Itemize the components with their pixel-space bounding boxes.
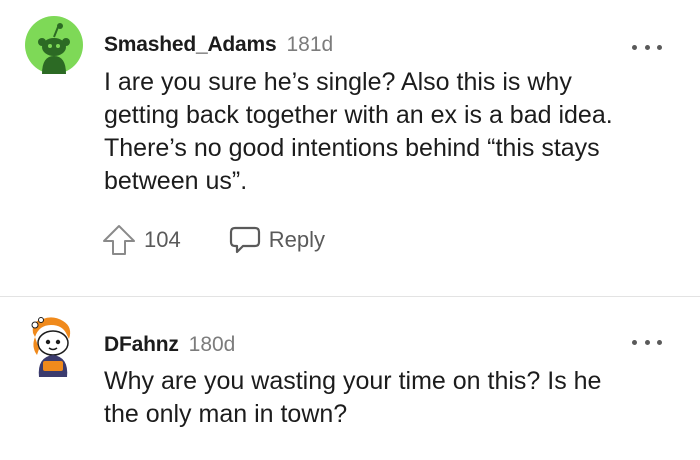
more-options-button[interactable] — [632, 335, 662, 349]
vote-count: 104 — [144, 227, 181, 252]
reply-label: Reply — [268, 227, 325, 252]
username-link[interactable]: Smashed_Adams — [104, 33, 277, 57]
more-options-icon — [632, 339, 637, 345]
more-options-icon — [632, 44, 637, 50]
reply-button[interactable]: Reply — [229, 225, 325, 255]
more-options-icon — [657, 339, 662, 345]
comment-body: Why are you wasting your time on this? I… — [104, 367, 602, 428]
more-options-icon — [644, 44, 650, 50]
comment-meta: Smashed_Adams 181d — [104, 33, 333, 57]
costume-avatar-icon — [31, 317, 71, 377]
snoo-avatar-icon — [25, 16, 83, 74]
speech-bubble-icon — [229, 226, 260, 254]
comment-age: 181d — [286, 33, 334, 56]
upvote-button[interactable]: 104 — [102, 224, 181, 256]
comment-meta: DFahnz 180d — [104, 333, 235, 357]
more-options-icon — [644, 339, 650, 345]
comment: DFahnz 180d Why are you wasting your tim… — [0, 297, 700, 460]
more-options-icon — [657, 44, 662, 50]
more-options-button[interactable] — [632, 40, 662, 54]
user-avatar[interactable] — [25, 16, 83, 74]
comment: Smashed_Adams 181d I are you sure he’s s… — [0, 0, 700, 296]
comment-body: I are you sure he’s single? Also this is… — [104, 68, 613, 195]
comment-actions: 104 Reply — [102, 223, 325, 257]
user-avatar[interactable] — [27, 315, 75, 377]
username-link[interactable]: DFahnz — [104, 333, 179, 357]
upvote-arrow-icon — [103, 225, 135, 255]
comment-age: 180d — [188, 333, 236, 356]
